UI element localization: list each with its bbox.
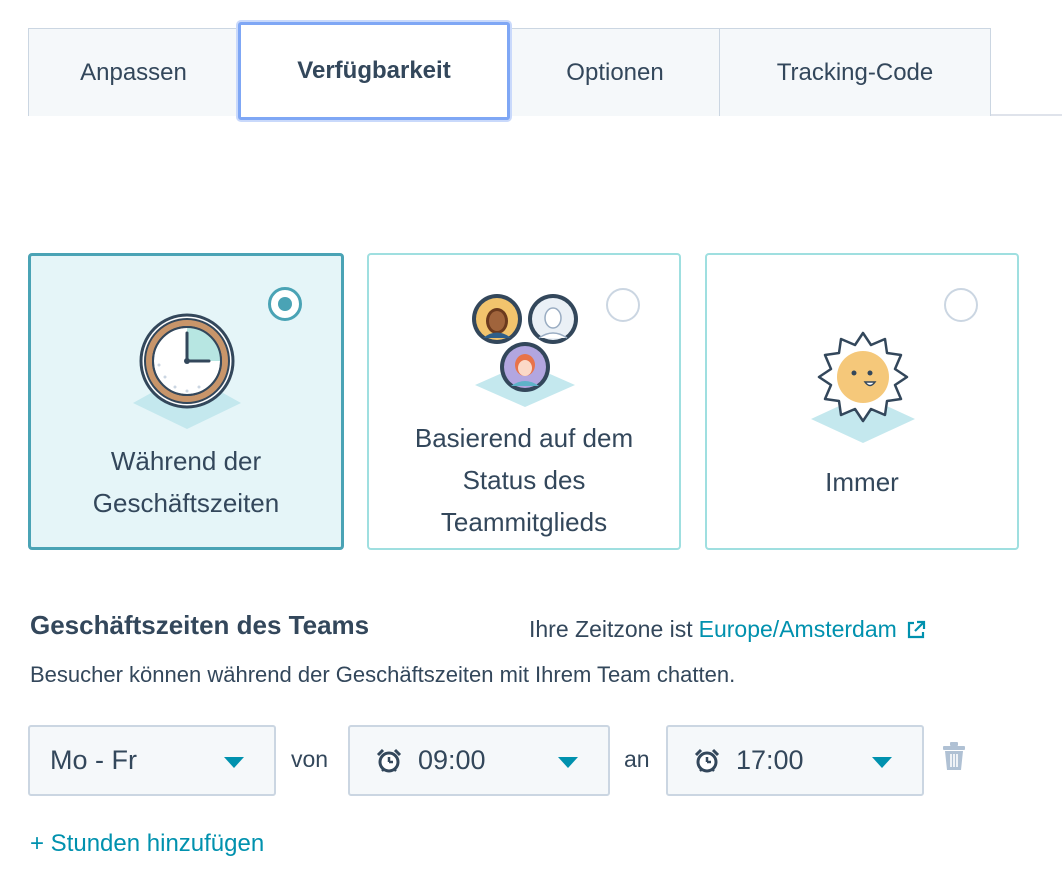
section-title: Geschäftszeiten des Teams xyxy=(30,610,370,640)
option-label-line: Basierend auf dem xyxy=(414,423,634,453)
days-value: Mo - Fr xyxy=(50,745,137,775)
radio-unselected[interactable] xyxy=(606,288,640,322)
from-time-select[interactable]: 09:00 xyxy=(348,725,610,796)
tab-label: Anpassen xyxy=(80,58,187,86)
radio-selected[interactable] xyxy=(268,287,302,321)
tab-anpassen[interactable]: Anpassen xyxy=(28,28,239,116)
alarm-clock-icon xyxy=(376,748,402,774)
tab-verfuegbarkeit[interactable]: Verfügbarkeit xyxy=(238,22,510,120)
option-label-line: Während der xyxy=(110,446,262,476)
timezone-info: Ihre Zeitzone ist Europe/Amsterdam xyxy=(529,616,927,643)
option-team-member-status[interactable]: Basierend auf dem Status des Teammitglie… xyxy=(367,253,681,550)
tab-optionen[interactable]: Optionen xyxy=(510,28,720,116)
days-select[interactable]: Mo - Fr xyxy=(28,725,276,796)
alarm-clock-icon xyxy=(694,748,720,774)
option-label: Basierend auf dem Status des Teammitglie… xyxy=(369,417,679,543)
clock-icon xyxy=(133,313,241,429)
option-label-line: Geschäftszeiten xyxy=(92,488,280,518)
from-label: von xyxy=(291,746,329,772)
radio-unselected[interactable] xyxy=(944,288,978,322)
option-label: Während der Geschäftszeiten xyxy=(31,440,341,524)
option-business-hours[interactable]: Während der Geschäftszeiten xyxy=(28,253,344,550)
add-hours-link[interactable]: + Stunden hinzufügen xyxy=(30,830,264,858)
to-time-select[interactable]: 17:00 xyxy=(666,725,924,796)
tab-label: Verfügbarkeit xyxy=(297,57,451,84)
to-label: an xyxy=(624,746,650,772)
trash-icon[interactable] xyxy=(942,741,966,776)
chevron-down-icon xyxy=(558,757,578,768)
to-time-value: 17:00 xyxy=(736,745,804,775)
section-description: Besucher können während der Geschäftszei… xyxy=(30,662,736,687)
from-time-value: 09:00 xyxy=(418,745,486,775)
option-always[interactable]: Immer xyxy=(705,253,1019,550)
tab-tracking-code[interactable]: Tracking-Code xyxy=(719,28,991,116)
timezone-prefix: Ihre Zeitzone ist xyxy=(529,616,693,642)
team-avatars-icon xyxy=(472,294,578,407)
tab-label: Tracking-Code xyxy=(776,58,934,86)
timezone-link[interactable]: Europe/Amsterdam xyxy=(699,616,897,643)
option-label-line: Status des xyxy=(462,465,586,495)
chevron-down-icon xyxy=(872,757,892,768)
tab-bar: Anpassen Verfügbarkeit Optionen Tracking… xyxy=(28,22,1062,120)
external-link-icon[interactable] xyxy=(905,619,927,641)
tab-label: Optionen xyxy=(566,58,664,86)
sun-icon xyxy=(811,331,915,443)
option-label: Immer xyxy=(825,467,899,497)
chevron-down-icon xyxy=(224,757,244,768)
option-label-line: Teammitglieds xyxy=(440,507,608,537)
